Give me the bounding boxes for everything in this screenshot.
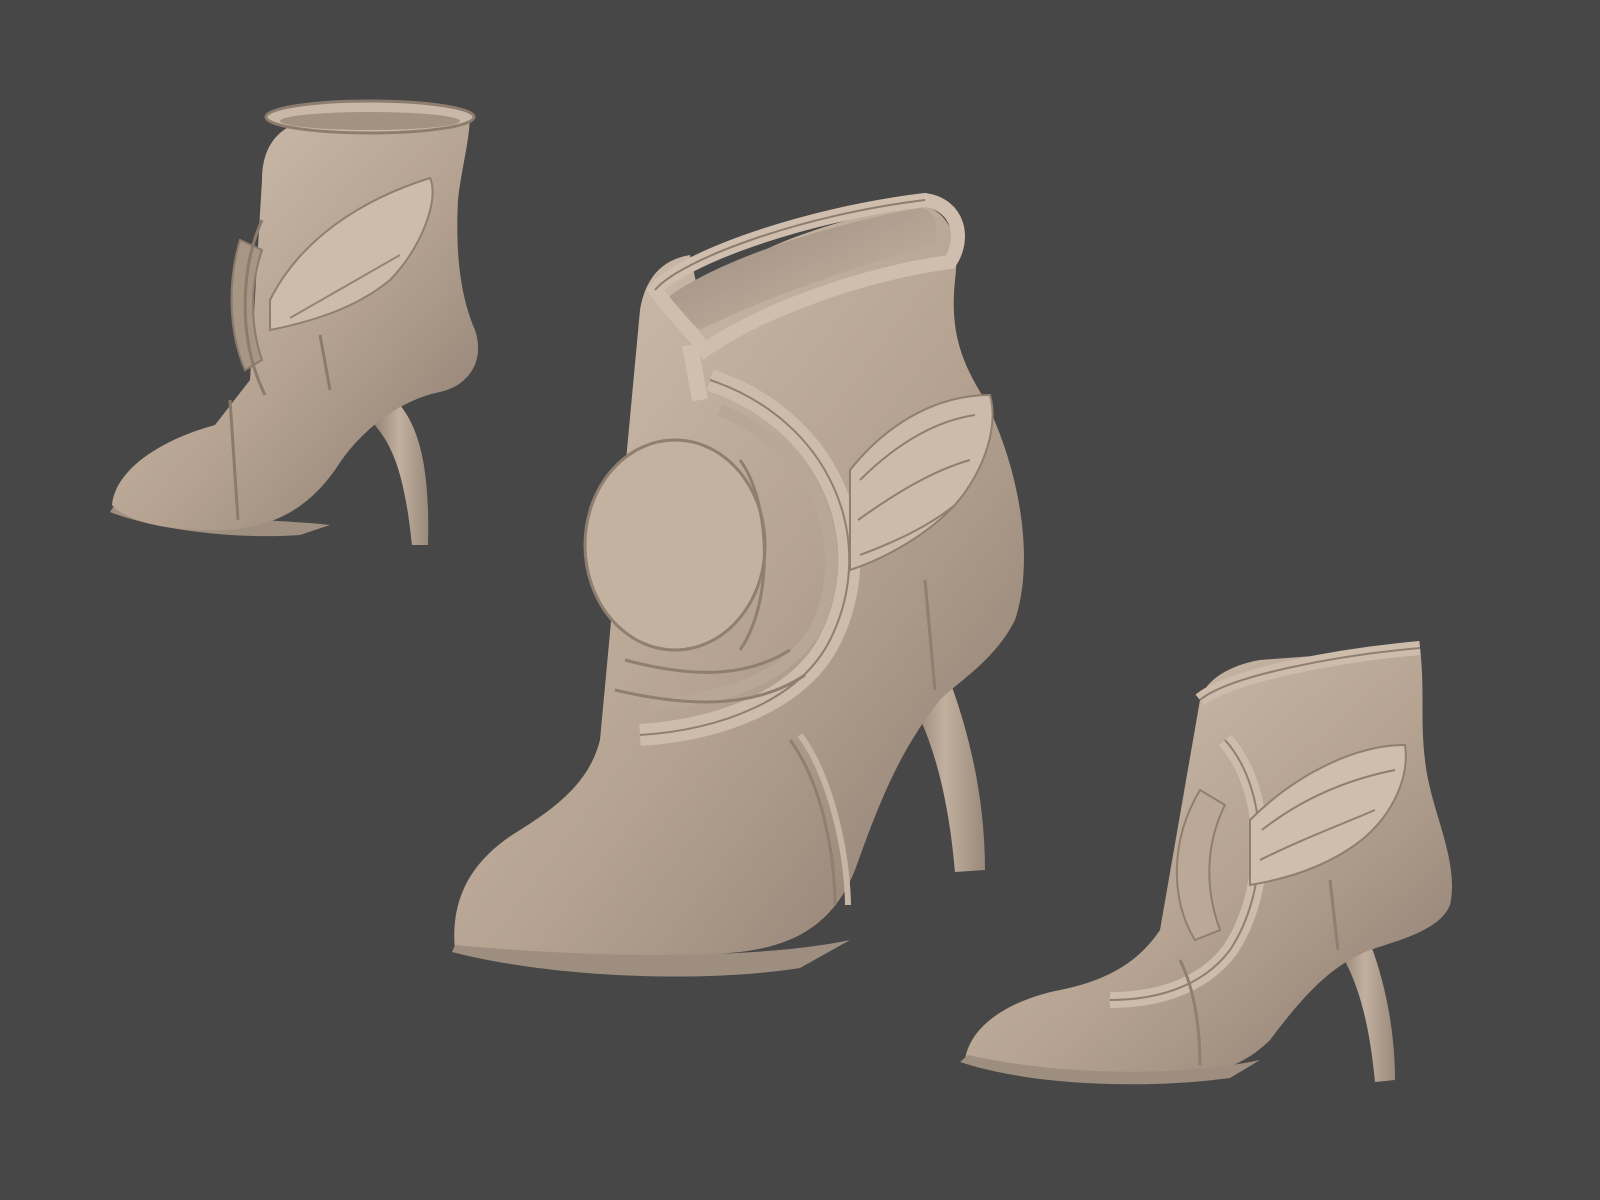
viewport-canvas bbox=[110, 99, 1453, 1085]
boot-back-three-quarter-view bbox=[110, 99, 479, 545]
sculpt-viewport bbox=[0, 0, 1600, 1200]
boot-side-view bbox=[452, 192, 1024, 977]
heel bbox=[370, 405, 429, 545]
boot-front-three-quarter-view bbox=[960, 641, 1453, 1085]
emblem-disc bbox=[583, 438, 767, 652]
